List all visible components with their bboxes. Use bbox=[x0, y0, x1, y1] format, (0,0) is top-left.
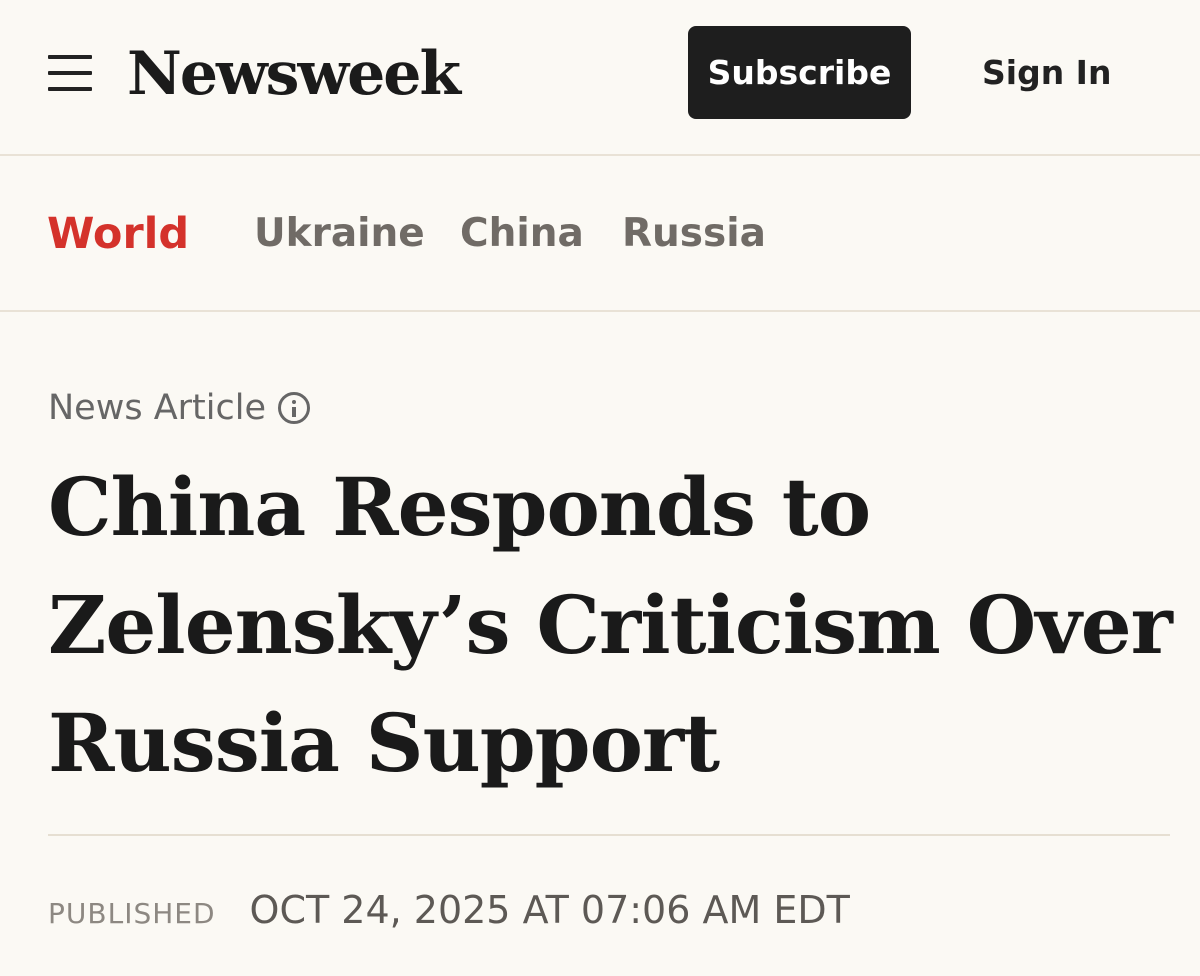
nav-item-world[interactable]: World bbox=[47, 208, 189, 260]
sign-in-link[interactable]: Sign In bbox=[982, 47, 1111, 99]
subscribe-button[interactable]: Subscribe bbox=[688, 26, 911, 119]
article-type-label: News Article bbox=[48, 384, 310, 432]
hamburger-bar bbox=[48, 87, 92, 91]
site-header: Newsweek Subscribe Sign In bbox=[0, 0, 1200, 156]
divider bbox=[48, 834, 1170, 836]
newsweek-logo[interactable]: Newsweek bbox=[127, 34, 461, 114]
published-label: PUBLISHED bbox=[48, 897, 216, 930]
nav-item-russia[interactable]: Russia bbox=[622, 208, 766, 260]
info-circle-icon[interactable] bbox=[277, 392, 310, 424]
article-type-text: News Article bbox=[48, 388, 266, 428]
hamburger-bar bbox=[48, 55, 92, 59]
article-headline: China Responds to Zelensky’s Criticism O… bbox=[48, 460, 1173, 790]
published-info: PUBLISHED OCT 24, 2025 AT 07:06 AM EDT bbox=[48, 888, 850, 932]
nav-item-china[interactable]: China bbox=[460, 208, 584, 260]
published-date: OCT 24, 2025 AT 07:06 AM EDT bbox=[249, 888, 850, 932]
section-nav: World Ukraine China Russia bbox=[0, 156, 1200, 312]
hamburger-menu-icon[interactable] bbox=[48, 55, 94, 91]
nav-item-ukraine[interactable]: Ukraine bbox=[254, 208, 425, 260]
hamburger-bar bbox=[48, 71, 92, 75]
